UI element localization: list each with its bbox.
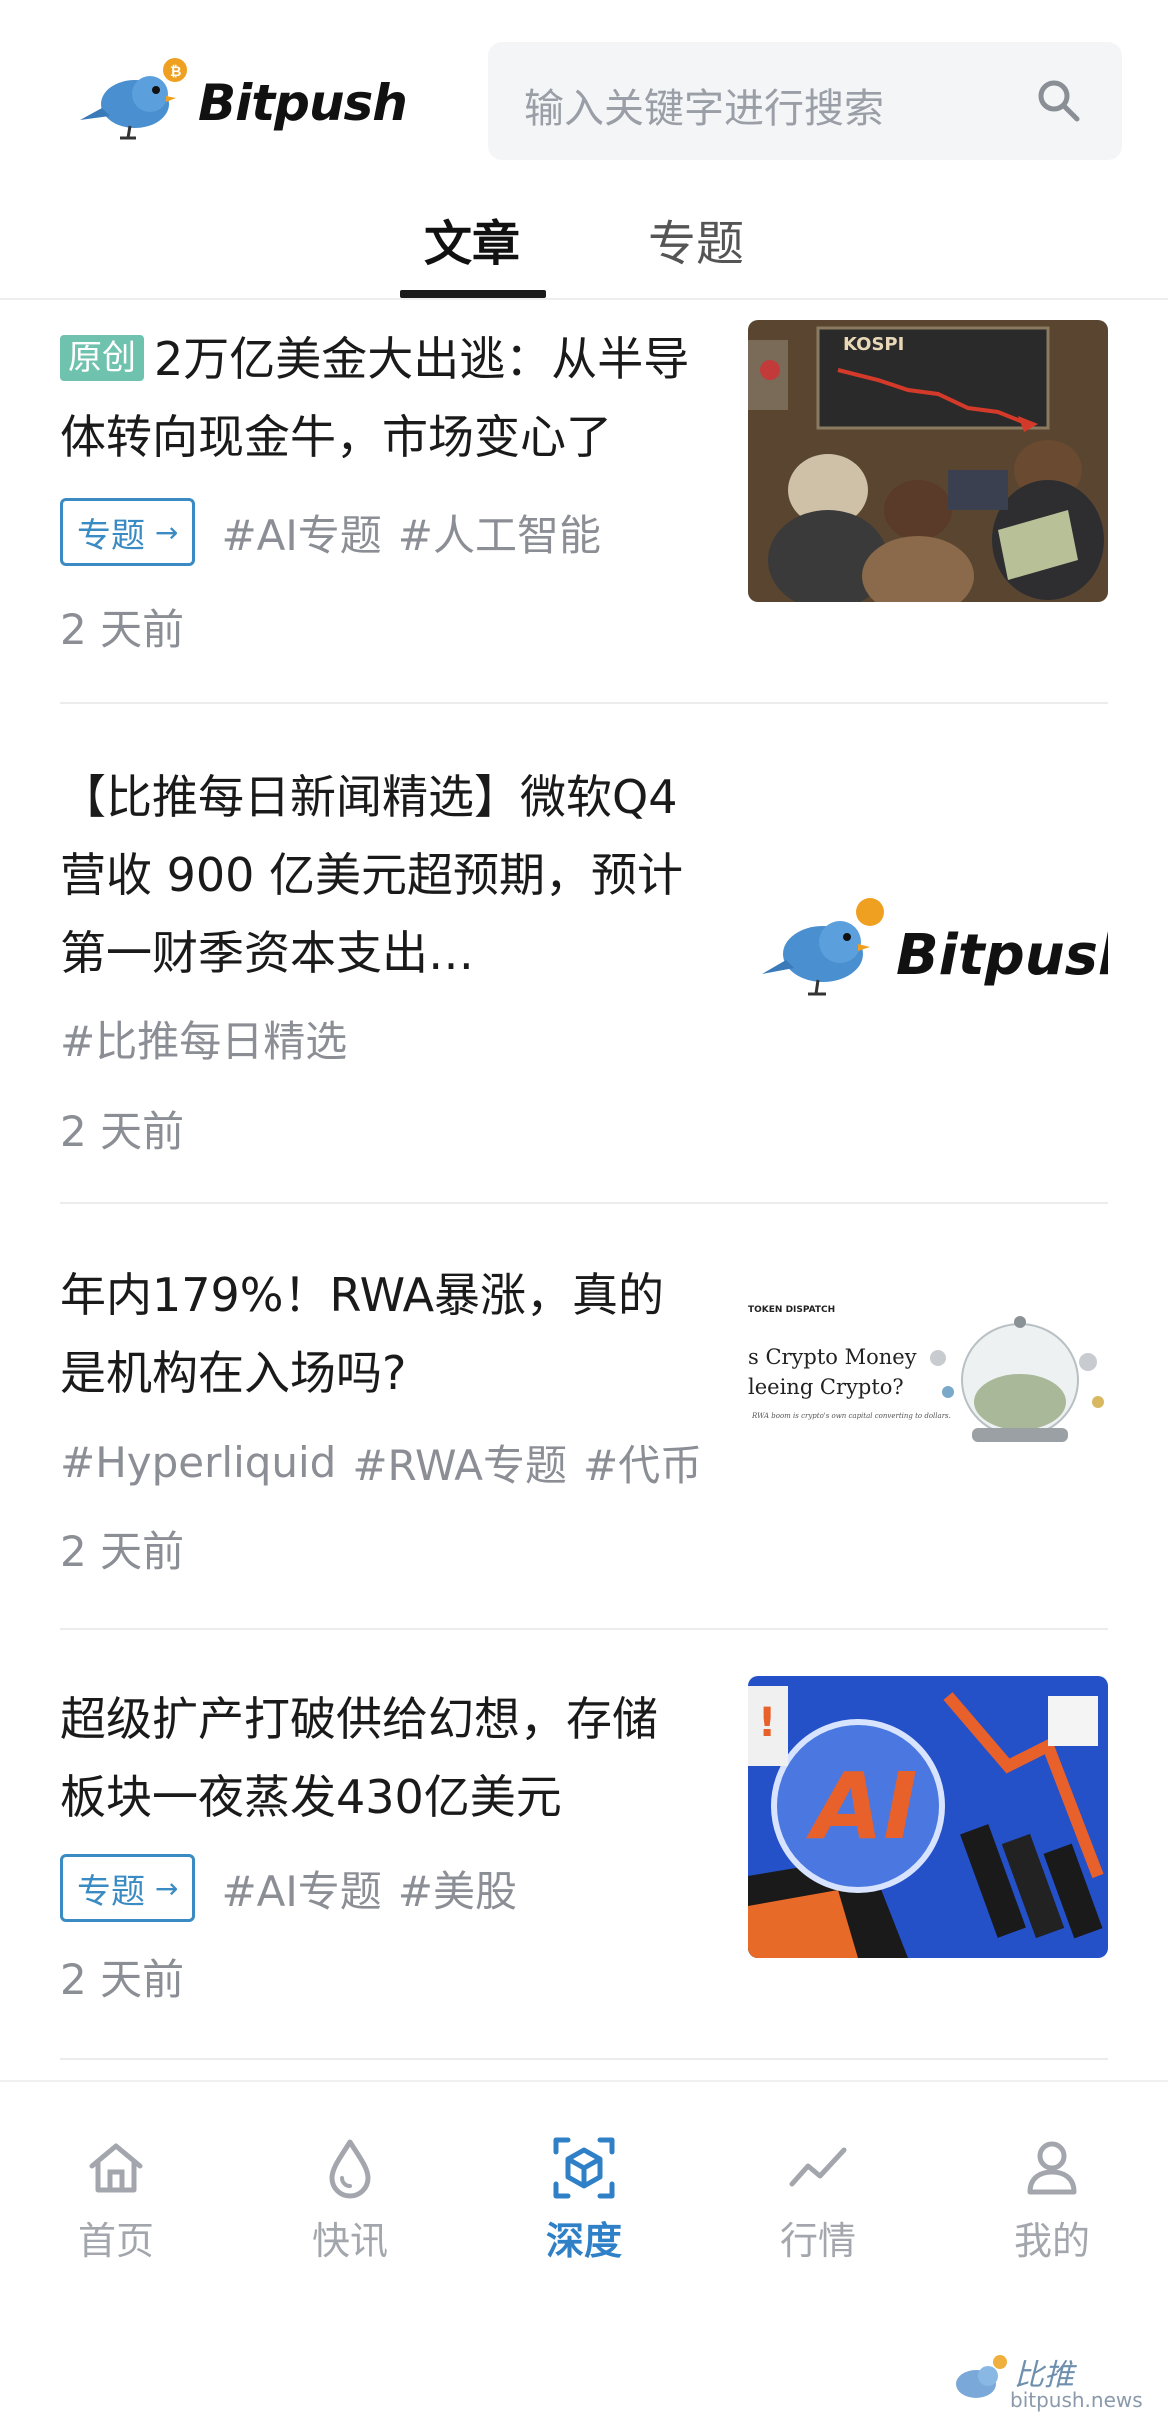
bitpush-watermark: 比推 bitpush.news (948, 2350, 1148, 2412)
topic-badge[interactable]: 专题 → (60, 498, 196, 566)
tag-row: 专题 → #AI专题 #美股 (60, 1854, 533, 1922)
svg-text:!: ! (758, 1700, 776, 1746)
article-tag[interactable]: #比推每日精选 (60, 1008, 347, 1069)
article-card[interactable]: 年内179%！RWA暴涨，真的是机构在入场吗? #Hyperliquid #RW… (60, 1252, 1108, 1630)
bitpush-image-text: Bitpush (896, 923, 1108, 988)
token-dispatch-label: TOKEN DISPATCH (748, 1305, 835, 1315)
topic-badge-label: 专题 (77, 1871, 145, 1912)
article-thumbnail[interactable]: Bitpush (748, 808, 1108, 1090)
tab-topics[interactable]: 专题 (648, 204, 744, 274)
article-time: 2 天前 (60, 605, 185, 654)
tab-articles[interactable]: 文章 (424, 204, 520, 274)
nav-flash[interactable]: 快讯 (270, 2136, 430, 2265)
article-tag[interactable]: #AI专题 (221, 502, 381, 563)
article-time: 2 天前 (60, 1955, 185, 2004)
article-tag[interactable]: #美股 (398, 1858, 517, 1919)
article-card[interactable]: 超级扩产打破供给幻想，存储板块一夜蒸发430亿美元 专题 → #AI专题 #美股 … (60, 1676, 1108, 2060)
drop-icon (329, 2139, 371, 2199)
nav-flash-label: 快讯 (311, 2219, 388, 2263)
image-subline: RWA boom is crypto's own capital convert… (751, 1412, 951, 1420)
search-icon[interactable] (1034, 76, 1084, 126)
ai-image-text: AI (806, 1753, 917, 1860)
article-thumbnail[interactable]: KOSPI (748, 320, 1108, 602)
nav-home[interactable]: 首页 (36, 2136, 196, 2265)
bottom-navigation: 首页 快讯 深度 行情 我的 (0, 2080, 1168, 2263)
svg-text:₿: ₿ (170, 64, 181, 80)
topic-badge[interactable]: 专题 → (60, 1854, 196, 1922)
original-badge: 原创 (60, 335, 144, 381)
bitpush-logo[interactable]: ₿ Bitpush (80, 58, 408, 142)
topic-badge-label: 专题 (77, 515, 145, 556)
home-icon (89, 2143, 143, 2193)
logo-text: Bitpush (198, 74, 408, 132)
tag-row: #比推每日精选 (60, 1008, 363, 1069)
article-tag[interactable]: #人工智能 (398, 502, 601, 563)
stock-crash-illustration: KOSPI (748, 320, 1108, 602)
crypto-money-illustration: TOKEN DISPATCH s Crypto Money leeing Cry… (748, 1305, 1104, 1442)
article-title[interactable]: 年内179%！RWA暴涨，真的是机构在入场吗? (60, 1256, 700, 1412)
tag-row: 专题 → #AI专题 #人工智能 (60, 498, 617, 566)
image-headline-2: leeing Crypto? (748, 1375, 904, 1399)
article-thumbnail[interactable]: TOKEN DISPATCH s Crypto Money leeing Cry… (748, 1252, 1108, 1534)
user-icon (1027, 2141, 1077, 2195)
article-thumbnail[interactable]: AI ! (748, 1676, 1108, 1958)
article-title[interactable]: 超级扩产打破供给幻想，存储板块一夜蒸发430亿美元 (60, 1680, 700, 1836)
article-title[interactable]: 原创 2万亿美金大出逃：从半导体转向现金牛，市场变心了 (60, 320, 700, 476)
nav-depth[interactable]: 深度 (504, 2136, 664, 2265)
nav-market-label: 行情 (779, 2219, 856, 2263)
article-tag[interactable]: #AI专题 (221, 1858, 381, 1919)
nav-depth-label: 深度 (545, 2219, 622, 2263)
watermark-url: bitpush.news (1010, 2388, 1143, 2412)
nav-profile[interactable]: 我的 (972, 2136, 1132, 2265)
article-card[interactable]: 【比推每日新闻精选】微软Q4 营收 900 亿美元超预期，预计第一财季资本支出…… (60, 752, 1108, 1204)
watermark-bird-icon (956, 2355, 1007, 2398)
cube-icon (553, 2137, 615, 2199)
bird-logo-icon: ₿ (80, 58, 187, 140)
content-tabs: 文章 专题 (0, 190, 1168, 300)
app-header: ₿ Bitpush 输入关键字进行搜索 (0, 0, 1168, 180)
chart-line-icon (789, 2147, 847, 2187)
nav-profile-label: 我的 (1013, 2219, 1090, 2263)
article-time: 2 天前 (60, 1107, 185, 1156)
active-tab-indicator (400, 290, 546, 298)
search-placeholder: 输入关键字进行搜索 (524, 86, 884, 132)
search-input[interactable]: 输入关键字进行搜索 (488, 42, 1122, 160)
article-time: 2 天前 (60, 1527, 185, 1576)
tag-row: #Hyperliquid #RWA专题 #代币 (60, 1432, 718, 1493)
article-title-text: 2万亿美金大出逃：从半导体转向现金牛，市场变心了 (60, 332, 690, 464)
article-card[interactable]: 原创 2万亿美金大出逃：从半导体转向现金牛，市场变心了 专题 → #AI专题 #人工… (60, 320, 1108, 704)
article-title[interactable]: 【比推每日新闻精选】微软Q4 营收 900 亿美元超预期，预计第一财季资本支出… (60, 758, 700, 992)
bitpush-logo-image: Bitpush (762, 898, 1108, 996)
article-tag[interactable]: #代币 (583, 1432, 702, 1493)
article-tag[interactable]: #Hyperliquid (60, 1438, 336, 1487)
arrow-right-icon: → (155, 1871, 179, 1905)
ai-bubble-illustration: AI ! (748, 1676, 1108, 1958)
nav-home-label: 首页 (77, 2219, 154, 2263)
kospi-label: KOSPI (843, 334, 904, 355)
arrow-right-icon: → (155, 515, 179, 549)
article-tag[interactable]: #RWA专题 (352, 1432, 567, 1493)
image-headline-1: s Crypto Money (748, 1345, 917, 1369)
nav-market[interactable]: 行情 (738, 2136, 898, 2265)
